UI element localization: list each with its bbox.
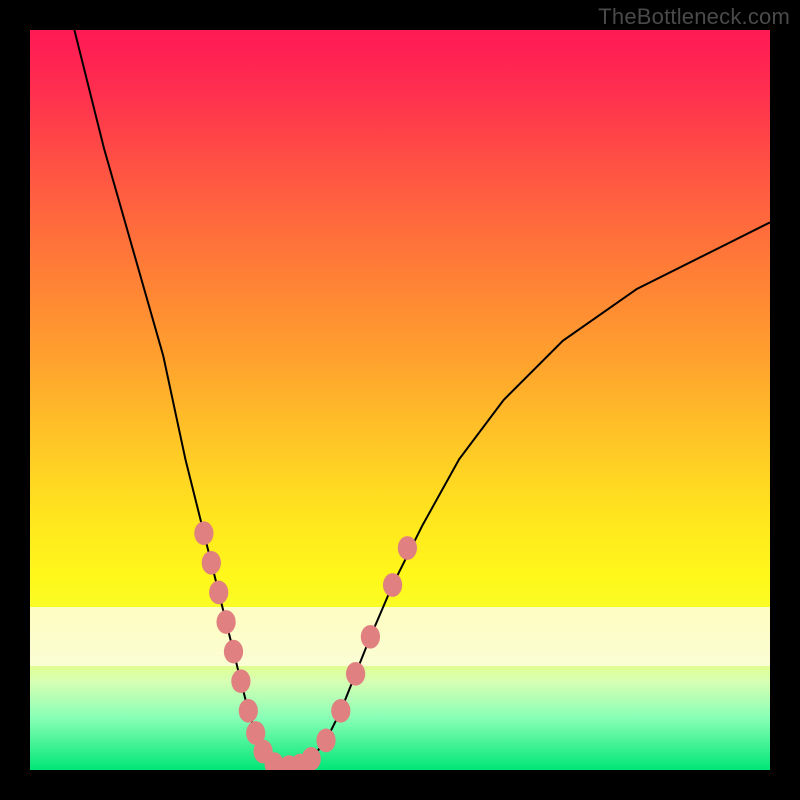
marker-dot (383, 573, 402, 597)
series-right-branch (289, 222, 770, 770)
marker-dot (209, 581, 228, 605)
series-left-branch (74, 30, 289, 770)
marker-dot (302, 747, 321, 770)
marker-dot (398, 536, 417, 560)
curve-layer (30, 30, 770, 770)
plot-area (30, 30, 770, 770)
chart-frame: TheBottleneck.com (0, 0, 800, 800)
marker-dot (194, 521, 213, 545)
marker-dot (216, 610, 235, 634)
marker-dot (346, 662, 365, 686)
marker-dot (231, 669, 250, 693)
marker-dot (224, 640, 243, 664)
marker-dot (331, 699, 350, 723)
marker-dot (361, 625, 380, 649)
marker-dot (239, 699, 258, 723)
marker-dot (202, 551, 221, 575)
marker-dot (316, 729, 335, 753)
watermark-text: TheBottleneck.com (598, 4, 790, 30)
